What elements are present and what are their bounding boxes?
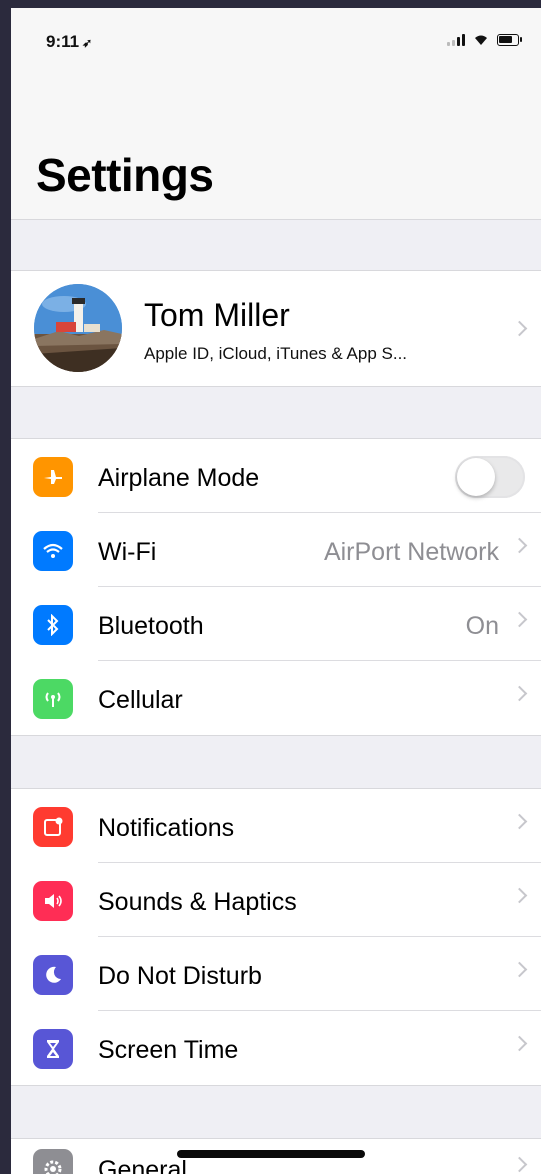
- row-cellular[interactable]: Cellular: [11, 661, 541, 735]
- row-label: Cellular: [98, 686, 183, 714]
- avatar: [34, 284, 122, 372]
- moon-icon: [33, 955, 73, 995]
- chevron-right-icon: [511, 611, 528, 628]
- airplane-icon: [33, 457, 73, 497]
- toggle-knob: [457, 458, 495, 496]
- status-time: 9:11 ➶: [46, 32, 92, 52]
- cellular-icon: [33, 679, 73, 719]
- row-label: Screen Time: [98, 1036, 239, 1064]
- notifications-group: Notifications Sounds & Haptics Do Not Di…: [11, 788, 541, 1086]
- large-title-bar: Settings: [11, 88, 541, 220]
- page-title: Settings: [36, 149, 214, 201]
- row-label: General: [98, 1156, 187, 1174]
- row-label: Sounds & Haptics: [98, 888, 297, 916]
- chevron-right-icon: [511, 685, 528, 702]
- chevron-right-icon: [511, 320, 528, 337]
- row-do-not-disturb[interactable]: Do Not Disturb: [11, 937, 541, 1011]
- row-notifications[interactable]: Notifications: [11, 789, 541, 863]
- status-icons: [447, 34, 522, 46]
- row-screen-time[interactable]: Screen Time: [11, 1011, 541, 1085]
- battery-icon: [497, 34, 522, 46]
- row-wifi[interactable]: Wi-Fi AirPort Network: [11, 513, 541, 587]
- chevron-right-icon: [511, 887, 528, 904]
- chevron-right-icon: [511, 961, 528, 978]
- gear-icon: [33, 1149, 73, 1174]
- chevron-right-icon: [511, 1035, 528, 1052]
- connectivity-group: Airplane Mode Wi-Fi AirPort Network Blue…: [11, 438, 541, 736]
- profile-subtitle: Apple ID, iCloud, iTunes & App S...: [144, 344, 408, 363]
- wifi-icon: [33, 531, 73, 571]
- chevron-right-icon: [511, 1156, 528, 1173]
- row-label: Airplane Mode: [98, 464, 260, 492]
- chevron-right-icon: [511, 813, 528, 830]
- profile-name: Tom Miller: [144, 297, 290, 333]
- hourglass-icon: [33, 1029, 73, 1069]
- row-sounds-haptics[interactable]: Sounds & Haptics: [11, 863, 541, 937]
- row-label: Wi-Fi: [98, 538, 157, 566]
- apple-id-row[interactable]: Tom Miller Apple ID, iCloud, iTunes & Ap…: [11, 270, 541, 387]
- clock-text: 9:11: [46, 32, 80, 51]
- row-value: On: [465, 612, 499, 640]
- status-bar: 9:11 ➶: [11, 8, 541, 88]
- notifications-icon: [33, 807, 73, 847]
- row-label: Notifications: [98, 814, 235, 842]
- location-icon: ➶: [82, 36, 93, 50]
- bluetooth-icon: [33, 605, 73, 645]
- row-label: Bluetooth: [98, 612, 204, 640]
- sounds-icon: [33, 881, 73, 921]
- row-value: AirPort Network: [323, 538, 499, 566]
- settings-screen: 9:11 ➶ Settings Tom Miller Apple ID, iCl…: [11, 8, 541, 1174]
- row-label: Do Not Disturb: [98, 962, 262, 990]
- row-bluetooth[interactable]: Bluetooth On: [11, 587, 541, 661]
- home-indicator[interactable]: [177, 1150, 365, 1158]
- chevron-right-icon: [511, 537, 528, 554]
- row-airplane-mode[interactable]: Airplane Mode: [11, 439, 541, 513]
- signal-icon: [447, 34, 465, 46]
- wifi-status-icon: [475, 35, 487, 45]
- airplane-mode-toggle[interactable]: [455, 456, 525, 498]
